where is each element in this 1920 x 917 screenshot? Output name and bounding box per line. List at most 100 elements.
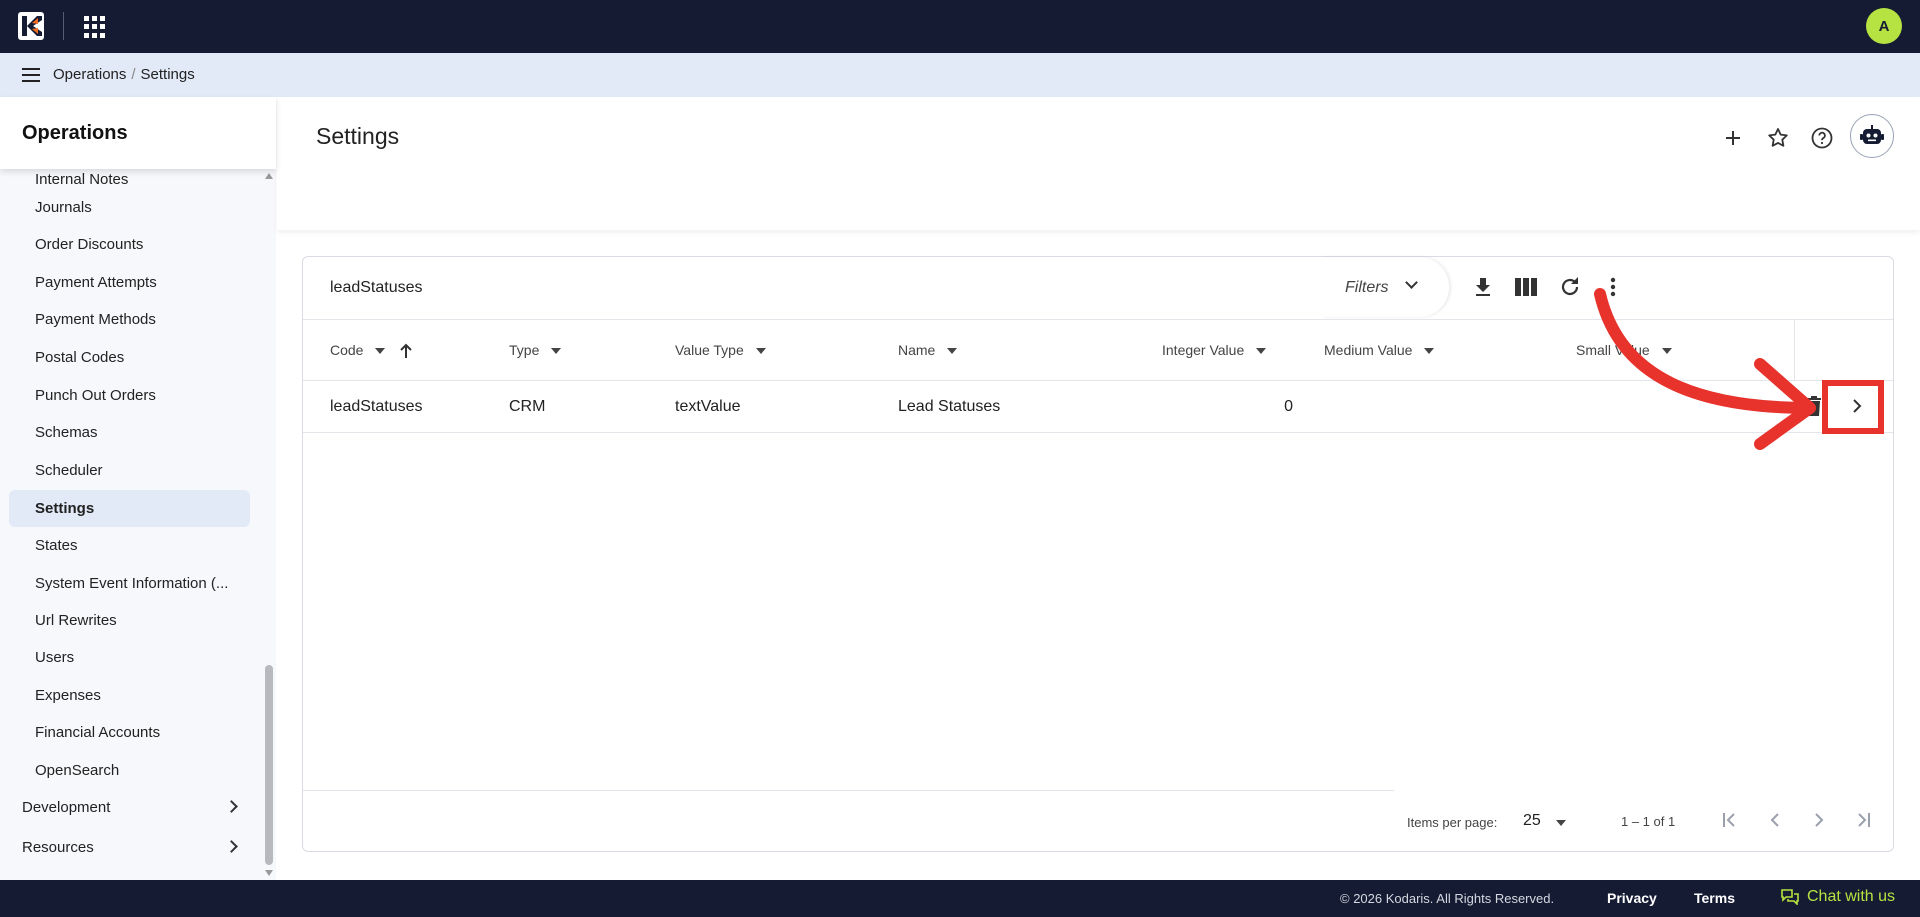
sidebar-group-resources[interactable]: Resources	[0, 828, 250, 868]
trash-icon[interactable]	[1806, 396, 1822, 416]
sidebar-item-expenses[interactable]: Expenses	[9, 677, 250, 714]
page-header: Settings	[277, 97, 1920, 230]
column-header-code[interactable]: Code	[330, 342, 413, 359]
chat-icon	[1781, 889, 1799, 905]
cell-name: Lead Statuses	[898, 398, 1001, 415]
sidebar-item-opensearch[interactable]: OpenSearch	[9, 752, 250, 789]
column-menu-icon[interactable]	[755, 348, 766, 355]
cell-value-type: textValue	[675, 398, 741, 415]
column-header-small-value[interactable]: Small Value	[1576, 342, 1672, 358]
breadcrumb: Operations / Settings	[53, 66, 195, 83]
last-page-icon[interactable]	[1848, 805, 1878, 835]
sort-up-arrow-icon[interactable]	[399, 343, 413, 359]
sidebar-item-settings[interactable]: Settings	[9, 490, 250, 527]
help-icon[interactable]	[1807, 123, 1837, 153]
sidebar-item-payment-methods[interactable]: Payment Methods	[9, 301, 250, 338]
scroll-up-arrow-icon[interactable]	[265, 173, 273, 179]
column-menu-icon[interactable]	[375, 348, 386, 355]
column-label: Value Type	[675, 342, 744, 358]
column-label: Medium Value	[1324, 342, 1413, 358]
filters-dropdown[interactable]: Filters	[1321, 257, 1449, 317]
grid-title: leadStatuses	[330, 279, 423, 296]
items-per-page-select[interactable]: 25	[1523, 812, 1541, 830]
first-page-icon[interactable]	[1716, 805, 1746, 835]
chevron-down-icon[interactable]	[1556, 820, 1566, 826]
breadcrumb-parent[interactable]: Operations	[53, 66, 126, 83]
sidebar-item-users[interactable]: Users	[9, 639, 250, 676]
sidebar-item-scheduler[interactable]: Scheduler	[9, 452, 250, 489]
avatar[interactable]: A	[1866, 8, 1902, 44]
column-label: Type	[509, 342, 540, 358]
privacy-link[interactable]: Privacy	[1607, 890, 1657, 906]
sidebar-item-journals[interactable]: Journals	[9, 189, 250, 226]
sidebar-list: Internal Notes Journals Order Discounts …	[0, 169, 262, 880]
table-row[interactable]: leadStatuses CRM textValue Lead Statuses…	[303, 381, 1893, 433]
copyright: © 2026 Kodaris. All Rights Reserved.	[1340, 891, 1555, 906]
terms-link[interactable]: Terms	[1694, 890, 1735, 906]
star-icon[interactable]	[1763, 123, 1793, 153]
sidebar-scrollbar[interactable]	[262, 169, 276, 880]
sidebar-item-postal-codes[interactable]: Postal Codes	[9, 339, 250, 376]
chevron-right-icon	[225, 840, 238, 853]
sidebar-group-development[interactable]: Development	[0, 788, 250, 828]
column-label: Small Value	[1576, 342, 1650, 358]
column-menu-icon[interactable]	[1256, 348, 1267, 355]
apps-grid-icon[interactable]	[84, 16, 106, 38]
column-label: Integer Value	[1162, 342, 1245, 358]
page-title: Settings	[316, 123, 400, 149]
chat-button[interactable]: Chat with us	[1781, 888, 1895, 906]
column-menu-icon[interactable]	[551, 348, 562, 355]
column-header-integer-value[interactable]: Integer Value	[1162, 342, 1267, 358]
column-header-type[interactable]: Type	[509, 342, 562, 358]
column-menu-icon[interactable]	[947, 348, 958, 355]
breadcrumb-current: Settings	[140, 66, 195, 83]
more-vert-icon[interactable]	[1599, 273, 1627, 301]
items-per-page-label: Items per page:	[1407, 815, 1498, 830]
grid-header-row: Code Type Value Type Name Integer Value …	[303, 319, 1893, 381]
column-header-name[interactable]: Name	[898, 342, 958, 358]
scroll-down-arrow-icon[interactable]	[265, 870, 273, 876]
pager-divider	[303, 790, 1394, 791]
chevron-right-icon	[225, 800, 238, 813]
kodaris-logo[interactable]	[18, 12, 44, 40]
sidebar-item-punch-out-orders[interactable]: Punch Out Orders	[9, 377, 250, 414]
sidebar-item-url-rewrites[interactable]: Url Rewrites	[9, 602, 250, 639]
sidebar-item-schemas[interactable]: Schemas	[9, 414, 250, 451]
sidebar-group-label: Development	[22, 799, 111, 816]
plus-icon[interactable]	[1718, 123, 1748, 153]
sidebar-item-financial-accounts[interactable]: Financial Accounts	[9, 714, 250, 751]
refresh-icon[interactable]	[1556, 273, 1584, 301]
cell-type: CRM	[509, 398, 546, 415]
column-header-value-type[interactable]: Value Type	[675, 342, 766, 358]
next-page-icon[interactable]	[1804, 805, 1834, 835]
columns-icon[interactable]	[1512, 273, 1540, 301]
column-menu-icon[interactable]	[1424, 348, 1435, 355]
scrollbar-thumb[interactable]	[265, 665, 273, 865]
column-label: Name	[898, 342, 936, 358]
menu-icon[interactable]	[22, 68, 40, 82]
topbar-divider	[63, 12, 64, 40]
filters-label: Filters	[1345, 279, 1389, 296]
prev-page-icon[interactable]	[1760, 805, 1790, 835]
breadcrumb-separator: /	[131, 66, 136, 83]
column-menu-icon[interactable]	[1661, 348, 1672, 355]
sidebar-item-payment-attempts[interactable]: Payment Attempts	[9, 264, 250, 301]
column-label: Code	[330, 342, 364, 358]
cell-code: leadStatuses	[330, 398, 423, 415]
robot-assistant-button[interactable]	[1850, 114, 1894, 158]
sidebar-item-order-discounts[interactable]: Order Discounts	[9, 226, 250, 263]
pagination-range: 1 – 1 of 1	[1621, 814, 1676, 829]
top-bar: A	[0, 0, 1920, 53]
sidebar-item-system-event-information[interactable]: System Event Information (...	[9, 565, 250, 602]
settings-grid: leadStatuses Filters Code Type Value Typ…	[302, 256, 1894, 852]
chevron-down-icon	[1405, 276, 1418, 289]
footer: © 2026 Kodaris. All Rights Reserved. Pri…	[0, 880, 1920, 917]
column-header-medium-value[interactable]: Medium Value	[1324, 342, 1435, 358]
breadcrumb-bar: Operations / Settings	[0, 53, 1920, 97]
cell-integer-value: 0	[1284, 398, 1293, 415]
sidebar-title: Operations	[22, 122, 128, 144]
annotation-highlight-box	[1822, 380, 1884, 434]
download-icon[interactable]	[1469, 273, 1497, 301]
sidebar-header: Operations	[0, 97, 276, 169]
sidebar-item-states[interactable]: States	[9, 527, 250, 564]
